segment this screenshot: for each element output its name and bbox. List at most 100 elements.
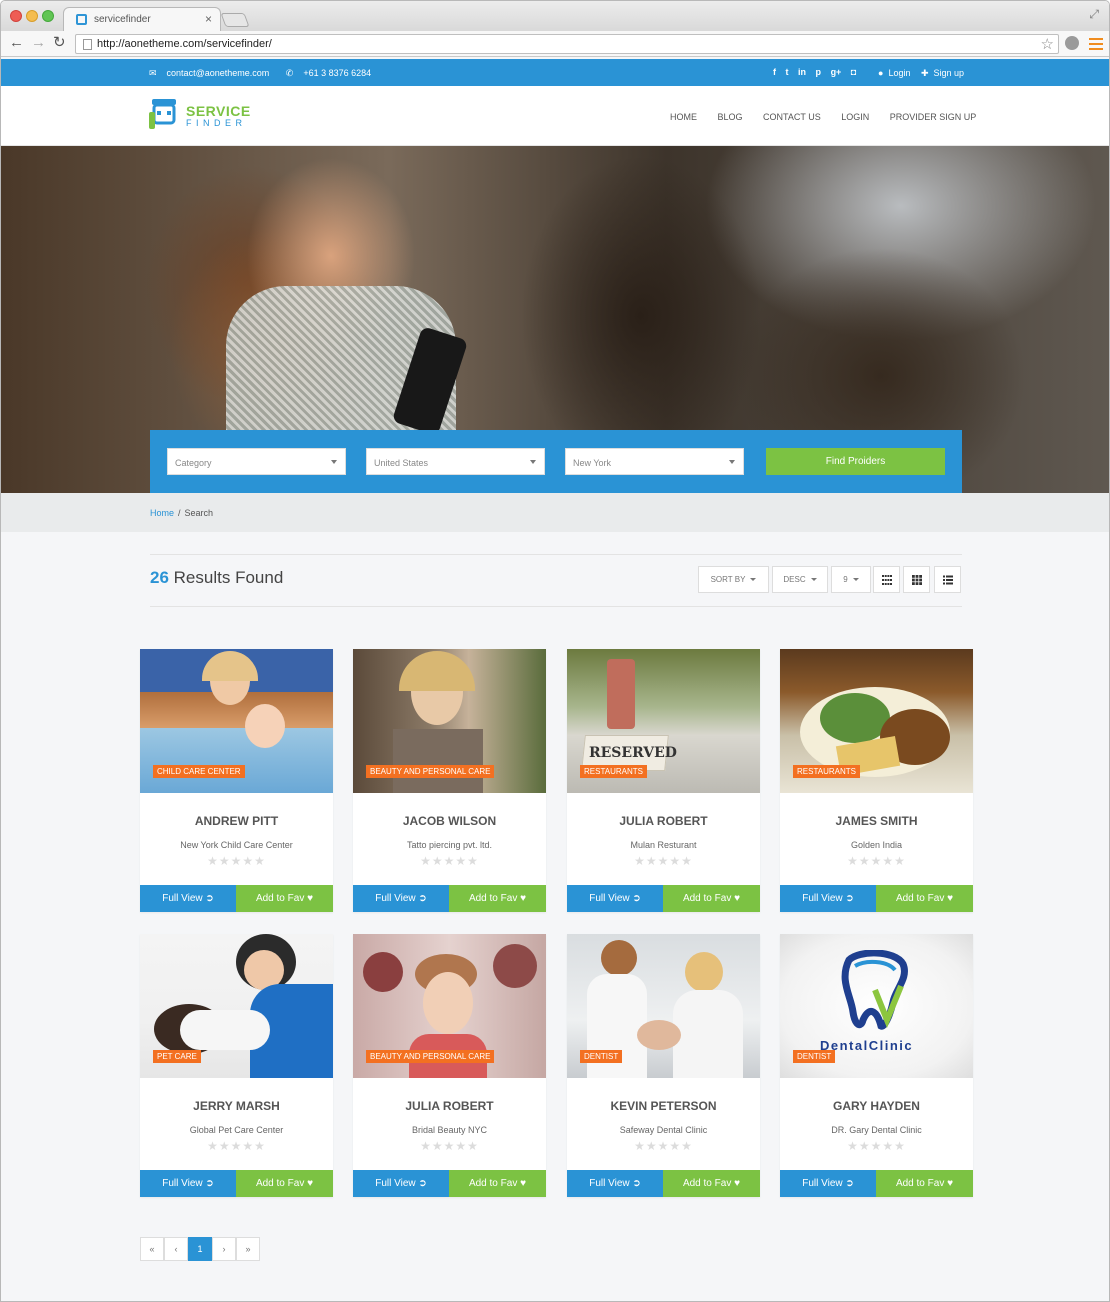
rating-stars-icon[interactable]: ★★★★★ xyxy=(353,1139,546,1153)
browser-menu-icon[interactable] xyxy=(1089,38,1103,50)
google-plus-icon[interactable]: g+ xyxy=(831,67,842,77)
envelope-icon: ✉ xyxy=(149,68,157,78)
rating-stars-icon[interactable]: ★★★★★ xyxy=(780,854,973,868)
provider-name[interactable]: KEVIN PETERSON xyxy=(567,1099,760,1113)
rating-stars-icon[interactable]: ★★★★★ xyxy=(353,854,546,868)
grid-3-view-button[interactable] xyxy=(903,566,930,593)
category-badge[interactable]: RESTAURANTS xyxy=(580,765,647,778)
rating-stars-icon[interactable]: ★★★★★ xyxy=(140,854,333,868)
fullscreen-icon[interactable]: ⤢ xyxy=(1089,7,1099,22)
category-badge[interactable]: DENTIST xyxy=(793,1050,836,1063)
twitter-icon[interactable]: t xyxy=(786,67,789,77)
add-to-fav-button[interactable]: Add to Fav ♥ xyxy=(449,885,546,912)
add-to-fav-button[interactable]: Add to Fav ♥ xyxy=(663,885,760,912)
pagination-next[interactable]: › xyxy=(212,1237,236,1261)
rating-stars-icon[interactable]: ★★★★★ xyxy=(780,1139,973,1153)
country-select-value: United States xyxy=(374,458,429,468)
tab-close-icon[interactable]: × xyxy=(205,12,212,26)
add-to-fav-button[interactable]: Add to Fav ♥ xyxy=(236,885,333,912)
auth-links: ● Login ✚ Sign up xyxy=(878,68,969,79)
minimize-window-button[interactable] xyxy=(26,10,38,22)
grid-4-view-button[interactable] xyxy=(873,566,900,593)
provider-name[interactable]: GARY HAYDEN xyxy=(780,1099,973,1113)
nav-home[interactable]: HOME xyxy=(670,112,697,122)
nav-blog[interactable]: BLOG xyxy=(718,112,743,122)
back-arrow-icon[interactable]: ← xyxy=(9,35,24,51)
provider-company: New York Child Care Center xyxy=(180,840,293,850)
add-fav-label: Add to Fav xyxy=(895,1178,945,1189)
results-count: 26 Results Found xyxy=(150,568,283,588)
pinterest-icon[interactable]: p xyxy=(816,67,822,77)
linkedin-icon[interactable]: in xyxy=(798,67,806,77)
site-topbar: ✉ contact@aonetheme.com ✆ +61 3 8376 6284 … xyxy=(1,59,1109,86)
list-view-button[interactable] xyxy=(934,566,961,593)
bookmark-star-icon[interactable]: ☆ xyxy=(1041,35,1054,53)
find-providers-button[interactable]: Find Proiders xyxy=(766,448,945,475)
reload-icon[interactable]: ↻ xyxy=(53,35,66,51)
full-view-button[interactable]: Full View ➲ xyxy=(353,1170,449,1197)
contact-email[interactable]: contact@aonetheme.com xyxy=(167,68,270,78)
pagination-first[interactable]: « xyxy=(140,1237,164,1261)
signup-link[interactable]: Sign up xyxy=(934,68,965,78)
provider-name[interactable]: JULIA ROBERT xyxy=(567,814,760,828)
add-fav-label: Add to Fav xyxy=(255,893,305,904)
provider-name[interactable]: JACOB WILSON xyxy=(353,814,546,828)
add-to-fav-button[interactable]: Add to Fav ♥ xyxy=(663,1170,760,1197)
category-select[interactable]: Category xyxy=(167,448,346,475)
extension-icon[interactable] xyxy=(1065,36,1079,50)
logo-text-finder[interactable]: FINDER xyxy=(186,118,247,128)
category-badge[interactable]: PET CARE xyxy=(153,1050,201,1063)
add-to-fav-button[interactable]: Add to Fav ♥ xyxy=(236,1170,333,1197)
category-badge[interactable]: RESTAURANTS xyxy=(793,765,860,778)
arrow-circle-icon: ➲ xyxy=(632,893,641,904)
rating-stars-icon[interactable]: ★★★★★ xyxy=(567,854,760,868)
full-view-button[interactable]: Full View ➲ xyxy=(567,885,663,912)
provider-name[interactable]: JERRY MARSH xyxy=(140,1099,333,1113)
provider-name[interactable]: ANDREW PITT xyxy=(140,814,333,828)
full-view-button[interactable]: Full View ➲ xyxy=(780,1170,876,1197)
pagination-last[interactable]: » xyxy=(236,1237,260,1261)
arrow-circle-icon: ➲ xyxy=(845,893,854,904)
pagination-prev[interactable]: ‹ xyxy=(164,1237,188,1261)
full-view-button[interactable]: Full View ➲ xyxy=(353,885,449,912)
category-badge[interactable]: DENTIST xyxy=(580,1050,623,1063)
new-tab-button[interactable] xyxy=(220,13,250,27)
full-view-button[interactable]: Full View ➲ xyxy=(140,1170,236,1197)
add-to-fav-button[interactable]: Add to Fav ♥ xyxy=(876,885,973,912)
forward-arrow-icon[interactable]: → xyxy=(31,35,46,51)
rating-stars-icon[interactable]: ★★★★★ xyxy=(140,1139,333,1153)
nav-contact[interactable]: CONTACT US xyxy=(763,112,821,122)
country-select[interactable]: United States xyxy=(366,448,545,475)
category-badge[interactable]: BEAUTY AND PERSONAL CARE xyxy=(366,765,495,778)
nav-login[interactable]: LOGIN xyxy=(841,112,869,122)
full-view-button[interactable]: Full View ➲ xyxy=(780,885,876,912)
category-badge[interactable]: CHILD CARE CENTER xyxy=(153,765,245,778)
city-select[interactable]: New York xyxy=(565,448,744,475)
close-window-button[interactable] xyxy=(10,10,22,22)
breadcrumb-home[interactable]: Home xyxy=(150,508,174,518)
rating-stars-icon[interactable]: ★★★★★ xyxy=(567,1139,760,1153)
breadcrumb-current: Search xyxy=(184,508,214,518)
per-page-dropdown[interactable]: 9 xyxy=(831,566,871,593)
browser-tab[interactable]: servicefinder × xyxy=(63,7,221,32)
provider-name[interactable]: JAMES SMITH xyxy=(780,814,973,828)
maximize-window-button[interactable] xyxy=(42,10,54,22)
address-bar[interactable]: http://aonetheme.com/servicefinder/ ☆ xyxy=(75,34,1059,54)
instagram-icon[interactable]: ◘ xyxy=(851,67,856,77)
category-badge[interactable]: BEAUTY AND PERSONAL CARE xyxy=(366,1050,495,1063)
add-to-fav-button[interactable]: Add to Fav ♥ xyxy=(876,1170,973,1197)
facebook-icon[interactable]: f xyxy=(773,67,776,77)
add-to-fav-button[interactable]: Add to Fav ♥ xyxy=(449,1170,546,1197)
nav-provider-signup[interactable]: PROVIDER SIGN UP xyxy=(890,112,977,122)
full-view-button[interactable]: Full View ➲ xyxy=(140,885,236,912)
arrow-circle-icon: ➲ xyxy=(418,1178,427,1189)
logo-text-service[interactable]: SERVICE xyxy=(186,103,251,119)
provider-name[interactable]: JULIA ROBERT xyxy=(353,1099,546,1113)
logo-icon[interactable] xyxy=(149,99,179,131)
login-link[interactable]: Login xyxy=(888,68,910,78)
sort-by-dropdown[interactable]: SORT BY xyxy=(698,566,769,593)
divider xyxy=(150,554,962,555)
pagination-page-1[interactable]: 1 xyxy=(188,1237,212,1261)
full-view-button[interactable]: Full View ➲ xyxy=(567,1170,663,1197)
order-dropdown[interactable]: DESC xyxy=(772,566,828,593)
